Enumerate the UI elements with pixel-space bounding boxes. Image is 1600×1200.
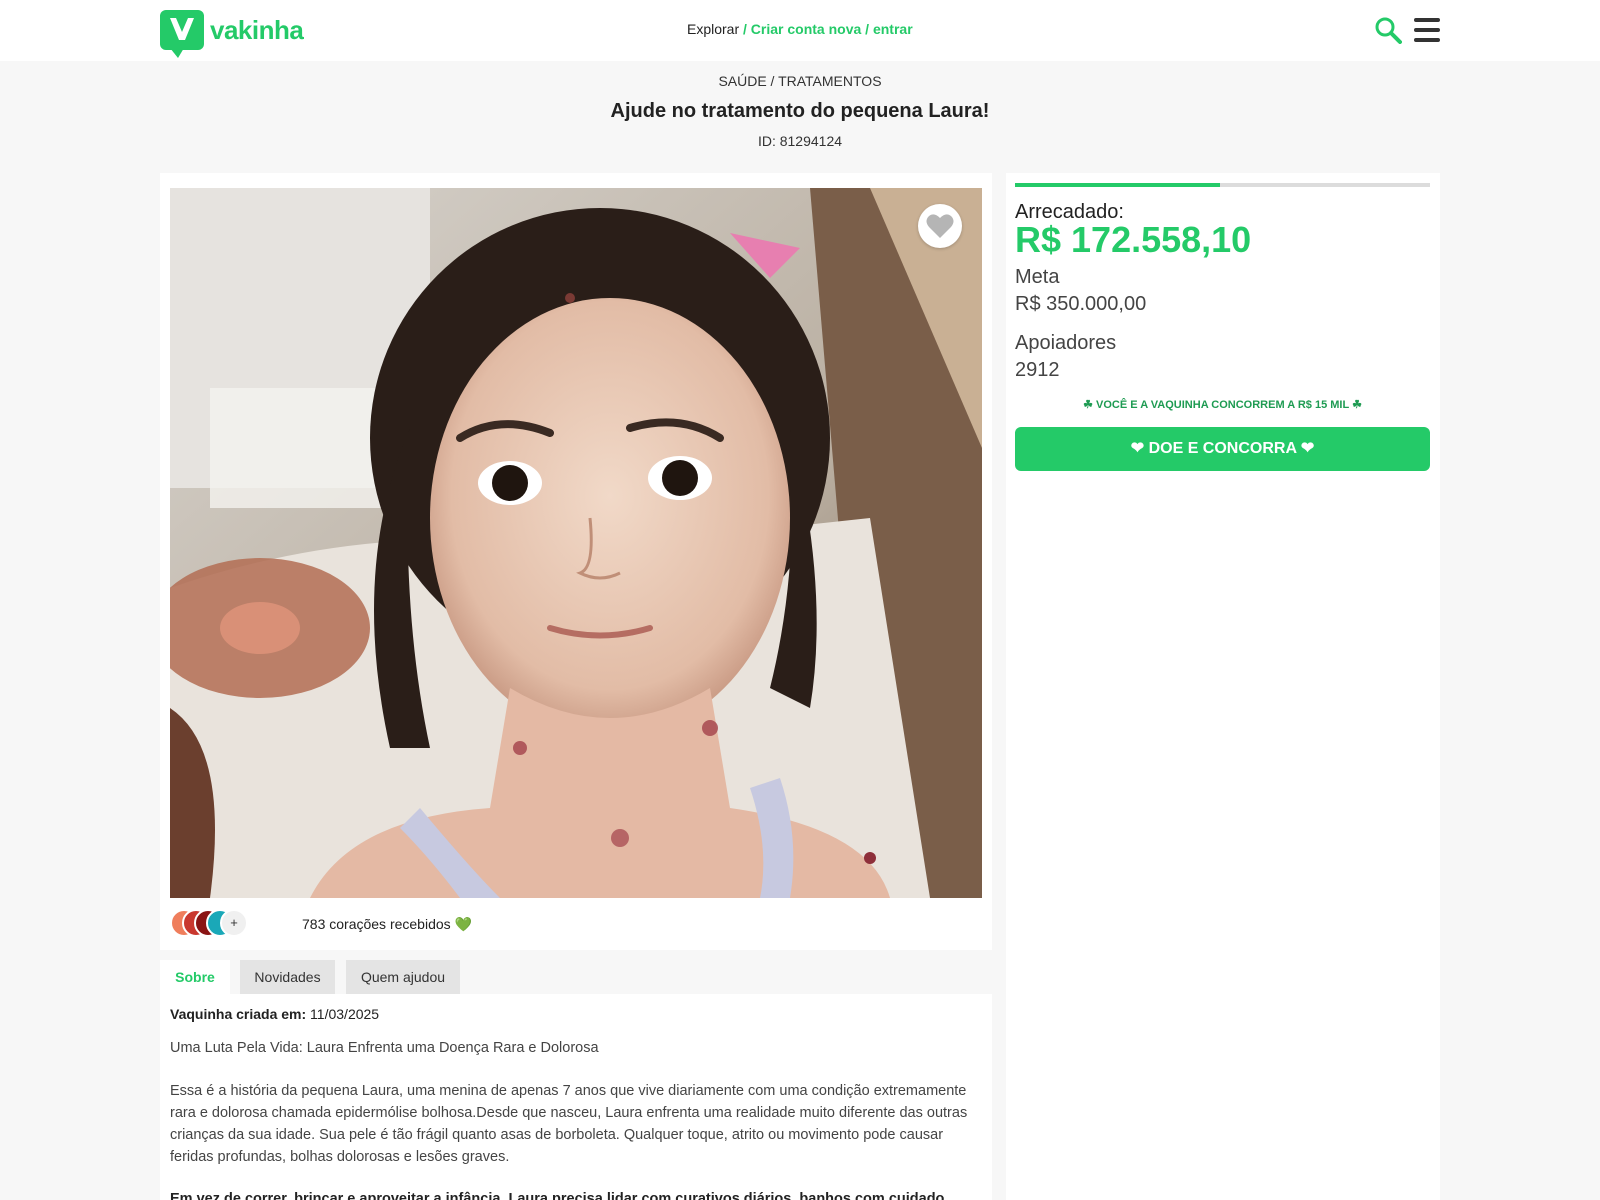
campaign-photo — [170, 188, 982, 898]
about-paragraph: Essa é a história da pequena Laura, uma … — [170, 1083, 968, 1165]
nav-account-links[interactable]: / Criar conta nova / entrar — [743, 21, 913, 37]
hearts-received-count: 783 corações recebidos 💚 — [302, 916, 472, 932]
logo-text: vakinha — [210, 14, 304, 45]
campaign-media-card: + 783 corações recebidos 💚 — [160, 173, 992, 950]
goal-value: R$ 350.000,00 — [1015, 293, 1147, 315]
vakinha-logo[interactable]: vakinha — [160, 10, 304, 58]
supporter-avatars[interactable]: + — [170, 909, 250, 937]
heart-icon — [926, 214, 954, 238]
created-label: Vaquinha criada em: — [170, 1006, 307, 1022]
goal-label: Meta — [1015, 266, 1060, 288]
search-icon[interactable] — [1374, 16, 1402, 44]
tab-sobre[interactable]: Sobre — [160, 960, 230, 994]
top-nav: Explorar / Criar conta nova / entrar — [687, 21, 913, 37]
campaign-id: ID: 81294124 — [757, 133, 843, 149]
donate-button[interactable]: ❤ DOE E CONCORRA ❤ — [1015, 427, 1430, 471]
nav-explore-link[interactable]: Explorar — [687, 21, 739, 37]
favorite-heart-button[interactable] — [918, 204, 962, 248]
supporters-label: Apoiadores — [1015, 332, 1117, 354]
raised-value: R$ 172.558,10 — [1015, 219, 1252, 260]
created-date: Vaquinha criada em: 11/03/2025 — [170, 1006, 379, 1022]
hamburger-menu-icon[interactable] — [1414, 18, 1440, 42]
donation-stats-card: Arrecadado: R$ 172.558,10 Meta R$ 350.00… — [1006, 173, 1440, 1200]
progress-bar — [1015, 183, 1430, 187]
campaign-title: Ajude no tratamento do pequena Laura! — [610, 100, 990, 122]
promo-text: ☘ VOCÊ E A VAQUINHA CONCORREM A R$ 15 MI… — [1083, 399, 1362, 411]
about-heading: Uma Luta Pela Vida: Laura Enfrenta uma D… — [170, 1040, 599, 1056]
about-section: Vaquinha criada em: 11/03/2025 Uma Luta … — [160, 994, 992, 1200]
created-date-value: 11/03/2025 — [306, 1006, 380, 1022]
tab-quem-ajudou[interactable]: Quem ajudou — [346, 960, 460, 994]
progress-fill — [1015, 183, 1220, 187]
about-paragraph-bold: Em vez de correr, brincar e aproveitar a… — [170, 1191, 945, 1200]
tab-novidades[interactable]: Novidades — [240, 960, 335, 994]
campaign-category[interactable]: SAÚDE / TRATAMENTOS — [0, 73, 1600, 89]
top-header: vakinha Explorar / Criar conta nova / en… — [0, 0, 1600, 61]
logo-icon — [160, 10, 204, 58]
more-avatars-indicator: + — [220, 909, 248, 937]
supporters-value: 2912 — [1015, 359, 1060, 381]
